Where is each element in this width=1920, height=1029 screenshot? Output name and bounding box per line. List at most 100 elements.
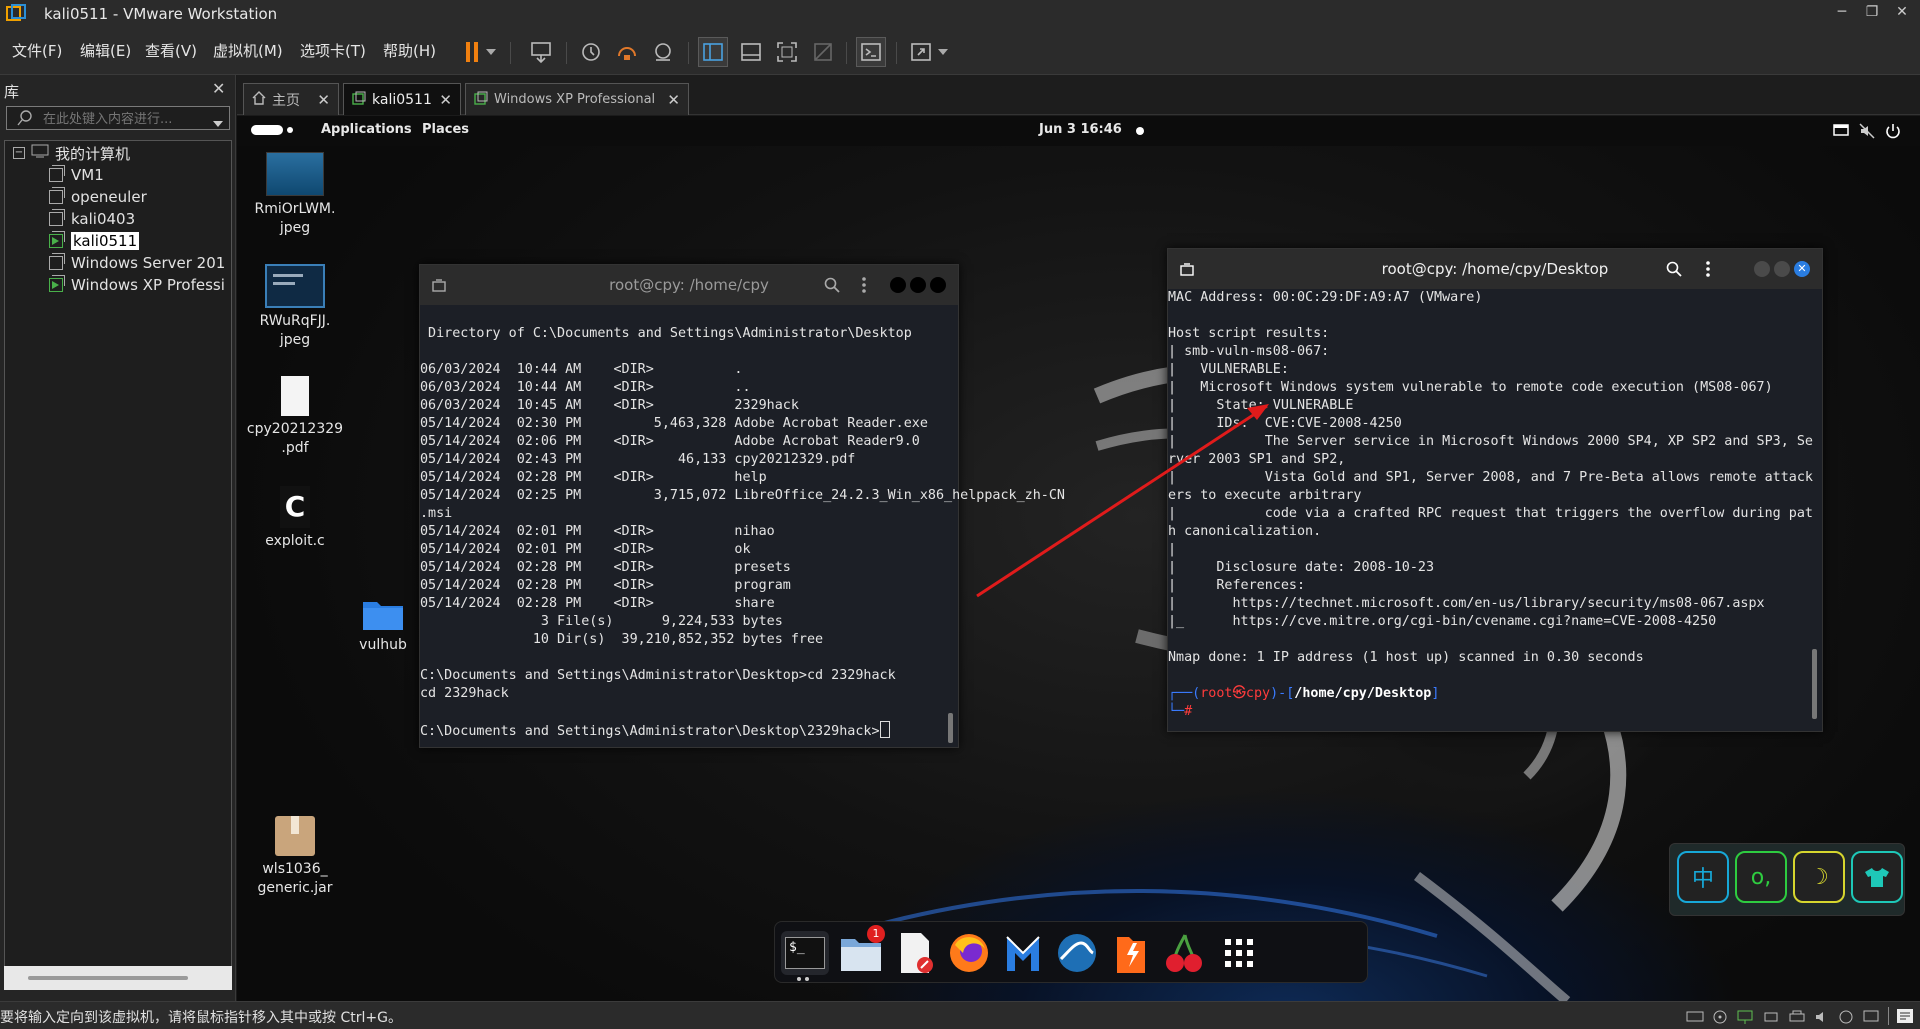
menu-edit[interactable]: 编辑(E) — [80, 40, 131, 61]
maximize-dot-button[interactable] — [910, 277, 926, 293]
maximize-button[interactable]: ❐ — [1860, 4, 1884, 20]
tree-item-kali0511[interactable]: kali0511 — [49, 230, 140, 252]
volume-muted-icon[interactable] — [1859, 123, 1875, 143]
dock-show-apps-icon[interactable] — [1217, 931, 1261, 975]
shell-prompt[interactable]: ┌──(root㉿cpy)-[/home/cpy/Desktop] └─# — [1168, 685, 1439, 721]
dock-cherrytree-icon[interactable] — [1163, 931, 1207, 975]
close-icon[interactable]: ✕ — [667, 91, 680, 109]
message-log-icon[interactable] — [1896, 1008, 1914, 1028]
terminal-line: | Disclosure date: 2008-10-23 — [1168, 560, 1435, 575]
dock-metasploit-icon[interactable] — [1001, 931, 1045, 975]
ime-skin-button[interactable] — [1851, 851, 1903, 903]
close-dot-button[interactable] — [930, 277, 946, 293]
dock-firefox-icon[interactable] — [947, 931, 991, 975]
screen-icon[interactable] — [1833, 123, 1849, 143]
kebab-menu-icon[interactable] — [1705, 261, 1711, 281]
kebab-menu-icon[interactable] — [861, 277, 867, 297]
search-icon[interactable] — [1666, 261, 1682, 281]
desktop-icon-rmiorlwm[interactable]: RmiOrLWM. jpeg — [245, 152, 345, 238]
dock-wireshark-icon[interactable] — [1055, 931, 1099, 975]
vm-icon — [49, 253, 65, 270]
dock-text-editor-icon[interactable] — [893, 931, 937, 975]
desktop-icon-exploit-c[interactable]: C exploit.c — [245, 486, 345, 551]
close-dot-button[interactable]: ✕ — [1794, 261, 1810, 277]
dock-burpsuite-icon[interactable] — [1109, 931, 1153, 975]
network-adapter-icon[interactable] — [1736, 1009, 1754, 1029]
tree-item-label: Windows Server 201 — [71, 254, 226, 272]
unity-icon[interactable] — [808, 37, 838, 67]
desktop-icon-rwurqfjj[interactable]: RWuRqFJJ. jpeg — [245, 264, 345, 350]
tree-item-openeuler[interactable]: openeuler — [49, 186, 147, 208]
close-icon[interactable]: ✕ — [439, 91, 452, 109]
tree-item-vm1[interactable]: VM1 — [49, 164, 104, 186]
menu-view[interactable]: 查看(V) — [145, 40, 197, 61]
input-method-widget: 中 o, ☽ — [1669, 843, 1905, 916]
power-icon[interactable] — [1885, 123, 1901, 143]
thumbnail-bar-icon[interactable] — [736, 37, 766, 67]
terminal-window-left[interactable]: root@cpy: /home/cpy Directory of C:\Docu… — [419, 264, 1065, 748]
tree-item-windows-xp[interactable]: Windows XP Professi — [49, 274, 225, 296]
library-title: 库 — [4, 83, 20, 101]
search-icon[interactable] — [824, 277, 840, 297]
ime-halfwidth-button[interactable]: ☽ — [1793, 851, 1845, 903]
terminal-output[interactable]: MAC Address: 00:0C:29:DF:A9:A7 (VMware) … — [1168, 289, 1813, 667]
pause-dropdown-icon[interactable] — [484, 37, 498, 67]
minimize-dot-button[interactable] — [1754, 261, 1770, 277]
tree-item-windows-server[interactable]: Windows Server 201 — [49, 252, 225, 274]
menu-tabs[interactable]: 选项卡(T) — [300, 40, 366, 61]
hard-disk-icon[interactable] — [1686, 1009, 1704, 1027]
send-ctrl-alt-del-icon[interactable] — [526, 37, 556, 67]
desktop-icon-pdf[interactable]: cpy20212329 .pdf — [245, 376, 345, 458]
display-icon[interactable] — [1862, 1009, 1880, 1029]
full-screen-icon[interactable] — [772, 37, 802, 67]
dock-terminal-icon[interactable]: $_ — [781, 931, 829, 975]
terminal-line: rver 2003 SP1 and SP2, — [1168, 452, 1346, 467]
applications-menu[interactable]: Applications — [321, 122, 412, 137]
stretch-dropdown-icon[interactable] — [936, 37, 950, 67]
stretch-view-icon[interactable] — [906, 37, 936, 67]
library-search-box[interactable] — [6, 106, 230, 130]
maximize-dot-button[interactable] — [1774, 261, 1790, 277]
terminal-window-right[interactable]: root@cpy: /home/cpy/Desktop ✕ MAC Addres… — [1167, 248, 1823, 732]
tab-home[interactable]: 主页 ✕ — [243, 83, 339, 115]
terminal-scrollbar[interactable] — [1812, 649, 1817, 719]
workspace-dot-icon[interactable] — [287, 127, 293, 133]
minimize-dot-button[interactable] — [890, 277, 906, 293]
tree-root-my-computer[interactable]: − 我的计算机 — [13, 142, 130, 164]
minimize-button[interactable]: ─ — [1830, 4, 1854, 20]
desktop-icon-wls-jar[interactable]: wls1036_ generic.jar — [245, 816, 345, 898]
tab-windows-xp[interactable]: Windows XP Professional ✕ — [465, 83, 689, 115]
menu-help[interactable]: 帮助(H) — [383, 40, 436, 61]
dock-files-icon[interactable]: 1 — [839, 925, 885, 975]
menu-vm[interactable]: 虚拟机(M) — [213, 40, 283, 61]
removable-device-icon[interactable] — [1838, 1009, 1854, 1029]
library-hscroll-thumb[interactable] — [28, 976, 188, 980]
sound-card-icon[interactable] — [1814, 1009, 1830, 1029]
printer-icon[interactable] — [1788, 1009, 1806, 1029]
revert-snapshot-icon[interactable] — [612, 37, 642, 67]
tab-kali0511[interactable]: kali0511 ✕ — [343, 83, 461, 115]
close-icon[interactable]: ✕ — [317, 91, 330, 109]
clock[interactable]: Jun 3 16:46 — [1039, 122, 1122, 137]
search-dropdown-icon[interactable] — [213, 115, 223, 131]
terminal-scrollbar[interactable] — [948, 713, 953, 743]
guest-display[interactable]: Applications Places Jun 3 16:46 RmiOrLWM… — [237, 116, 1920, 1001]
snapshot-icon[interactable] — [576, 37, 606, 67]
close-window-button[interactable]: ✕ — [1890, 4, 1914, 20]
snapshot-manager-icon[interactable] — [648, 37, 678, 67]
library-close-button[interactable]: ✕ — [212, 79, 225, 98]
terminal-output[interactable]: Directory of C:\Documents and Settings\A… — [420, 307, 1065, 741]
library-search-input[interactable] — [41, 109, 215, 129]
cd-drive-icon[interactable] — [1712, 1009, 1728, 1029]
show-library-icon[interactable] — [698, 37, 728, 67]
ime-punctuation-button[interactable]: o, — [1735, 851, 1787, 903]
desktop-icon-vulhub[interactable]: vulhub — [333, 596, 433, 655]
places-menu[interactable]: Places — [422, 122, 469, 137]
collapse-icon[interactable]: − — [13, 147, 25, 159]
activities-icon[interactable] — [251, 125, 283, 135]
usb-icon[interactable] — [1762, 1009, 1780, 1029]
console-view-icon[interactable] — [856, 37, 886, 67]
menu-file[interactable]: 文件(F) — [12, 40, 62, 61]
ime-chinese-button[interactable]: 中 — [1677, 851, 1729, 903]
tree-item-kali0403[interactable]: kali0403 — [49, 208, 135, 230]
